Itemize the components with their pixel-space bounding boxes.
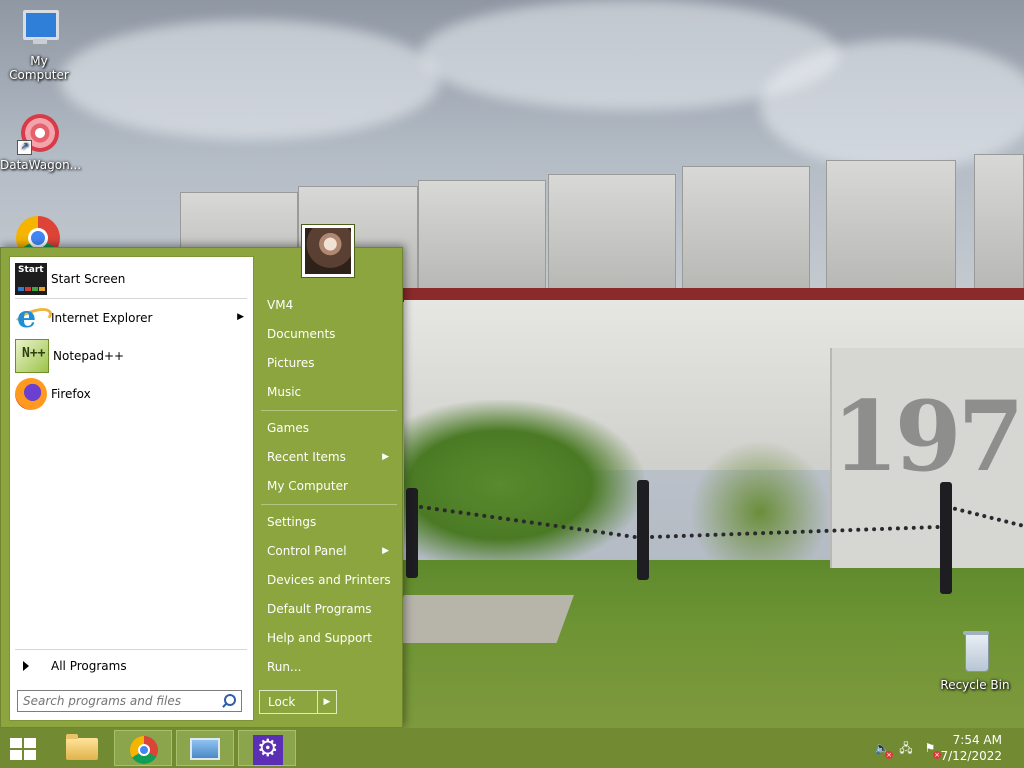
wallpaper-trees [690, 440, 830, 560]
start-screen-icon: Start [15, 263, 47, 295]
right-item-label: Control Panel [267, 544, 347, 558]
desktop-icon-label: DataWagon... [0, 158, 82, 172]
firefox-icon [15, 378, 47, 410]
wallpaper-post [940, 482, 952, 594]
desktop-icon-label: My Computer [9, 54, 69, 82]
start-right-item-music[interactable]: Music [259, 379, 399, 405]
lock-button-group: Lock ▶ [259, 690, 337, 714]
start-button[interactable] [0, 730, 48, 766]
clock-time: 7:54 AM [952, 733, 1002, 747]
start-search-input[interactable] [18, 693, 220, 709]
menu-separator [261, 504, 397, 505]
desktop-icon-label: Recycle Bin [940, 678, 1010, 692]
clock-date: 7/12/2022 [940, 749, 1002, 763]
right-item-label: Recent Items [267, 450, 346, 464]
windows-start-icon [10, 738, 38, 762]
desktop-icon-recycle-bin[interactable]: Recycle Bin [936, 631, 1014, 692]
start-item-label: Internet Explorer [51, 311, 153, 325]
settings-gear-icon [253, 734, 283, 765]
right-item-label: Help and Support [267, 631, 372, 645]
start-item-label: Firefox [51, 387, 91, 401]
action-center-icon[interactable]: ⚑ × [922, 740, 941, 759]
all-programs-button[interactable]: All Programs [15, 654, 250, 678]
wallpaper-trees [404, 400, 644, 570]
file-explorer-icon [66, 734, 98, 760]
start-right-item-devices-and-printers[interactable]: Devices and Printers [259, 567, 399, 593]
start-right-item-run[interactable]: Run... [259, 654, 399, 680]
lock-button[interactable]: Lock [260, 691, 317, 713]
start-item-label: Start Screen [51, 272, 126, 286]
start-right-item-default-programs[interactable]: Default Programs [259, 596, 399, 622]
submenu-arrow-icon: ▶ [237, 312, 244, 322]
start-right-item-documents[interactable]: Documents [259, 321, 399, 347]
start-right-item-vm4[interactable]: VM4 [259, 292, 399, 318]
start-item-label: Notepad++ [53, 349, 125, 363]
start-right-item-help-and-support[interactable]: Help and Support [259, 625, 399, 651]
start-item-firefox[interactable]: Firefox [15, 377, 250, 411]
menu-separator [15, 649, 247, 650]
volume-muted-icon[interactable]: 🔈 × [874, 740, 893, 759]
desktop-icon-datawagon[interactable]: ↗ DataWagon... [0, 112, 82, 172]
all-programs-label: All Programs [51, 659, 127, 673]
wallpaper-path [386, 595, 574, 643]
recycle-bin-icon [953, 631, 997, 676]
right-item-label: Run... [267, 660, 302, 674]
right-item-label: Devices and Printers [267, 573, 391, 587]
chrome-icon [130, 736, 158, 764]
menu-separator [15, 298, 247, 299]
wallpaper-monument-digits: 1970 [832, 380, 1024, 493]
wallpaper-cloud [60, 20, 440, 140]
start-item-start-screen[interactable]: Start Start Screen [15, 262, 250, 296]
taskbar-clock[interactable]: 7:54 AM 7/12/2022 [940, 732, 1002, 764]
start-right-item-recent-items[interactable]: Recent Items ▶ [259, 444, 399, 470]
start-right-item-pictures[interactable]: Pictures [259, 350, 399, 376]
start-right-item-my-computer[interactable]: My Computer [259, 473, 399, 499]
power-options-arrow-icon[interactable]: ▶ [317, 691, 336, 713]
network-icon[interactable]: 🖧 [898, 740, 914, 756]
submenu-arrow-icon: ▶ [382, 546, 389, 556]
datawagon-icon: ↗ [17, 112, 61, 156]
right-item-label: Default Programs [267, 602, 372, 616]
internet-explorer-icon: e [15, 300, 47, 335]
right-item-label: My Computer [267, 479, 348, 493]
start-search-box[interactable] [17, 690, 242, 712]
notepad-plus-plus-icon: N++ [15, 339, 49, 373]
taskbar-settings[interactable] [238, 730, 296, 766]
right-item-label: Music [267, 385, 302, 399]
wallpaper-post [637, 480, 649, 580]
desktop-icon-my-computer[interactable]: My Computer [0, 8, 78, 82]
taskbar-chrome[interactable] [114, 730, 172, 766]
start-right-item-games[interactable]: Games [259, 415, 399, 441]
right-item-label: Games [267, 421, 309, 435]
user-avatar[interactable] [301, 224, 355, 278]
right-item-label: VM4 [267, 298, 294, 312]
expand-arrow-icon [23, 661, 29, 671]
taskbar: 🔈× 🖧 ⚑× 7:54 AM 7/12/2022 [0, 728, 1024, 768]
photos-icon [190, 738, 220, 760]
computer-icon [17, 8, 61, 52]
taskbar-photos[interactable] [176, 730, 234, 766]
search-icon[interactable] [220, 692, 238, 710]
right-item-label: Settings [267, 515, 317, 529]
start-right-item-control-panel[interactable]: Control Panel ▶ [259, 538, 399, 564]
start-right-item-settings[interactable]: Settings [259, 509, 399, 535]
start-item-internet-explorer[interactable]: e Internet Explorer ▶ [15, 300, 250, 335]
start-menu-programs-pane: Start Start Screen e Internet Explorer ▶… [9, 256, 254, 721]
submenu-arrow-icon: ▶ [382, 452, 389, 462]
right-item-label: Documents [267, 327, 336, 341]
shortcut-arrow-icon: ↗ [17, 140, 32, 155]
menu-separator [261, 410, 397, 411]
taskbar-file-explorer[interactable] [52, 730, 110, 766]
start-menu: Start Start Screen e Internet Explorer ▶… [0, 224, 403, 728]
start-item-notepad-plus-plus[interactable]: N++ Notepad++ [15, 339, 250, 373]
right-item-label: Pictures [267, 356, 315, 370]
wallpaper-post [406, 488, 418, 578]
